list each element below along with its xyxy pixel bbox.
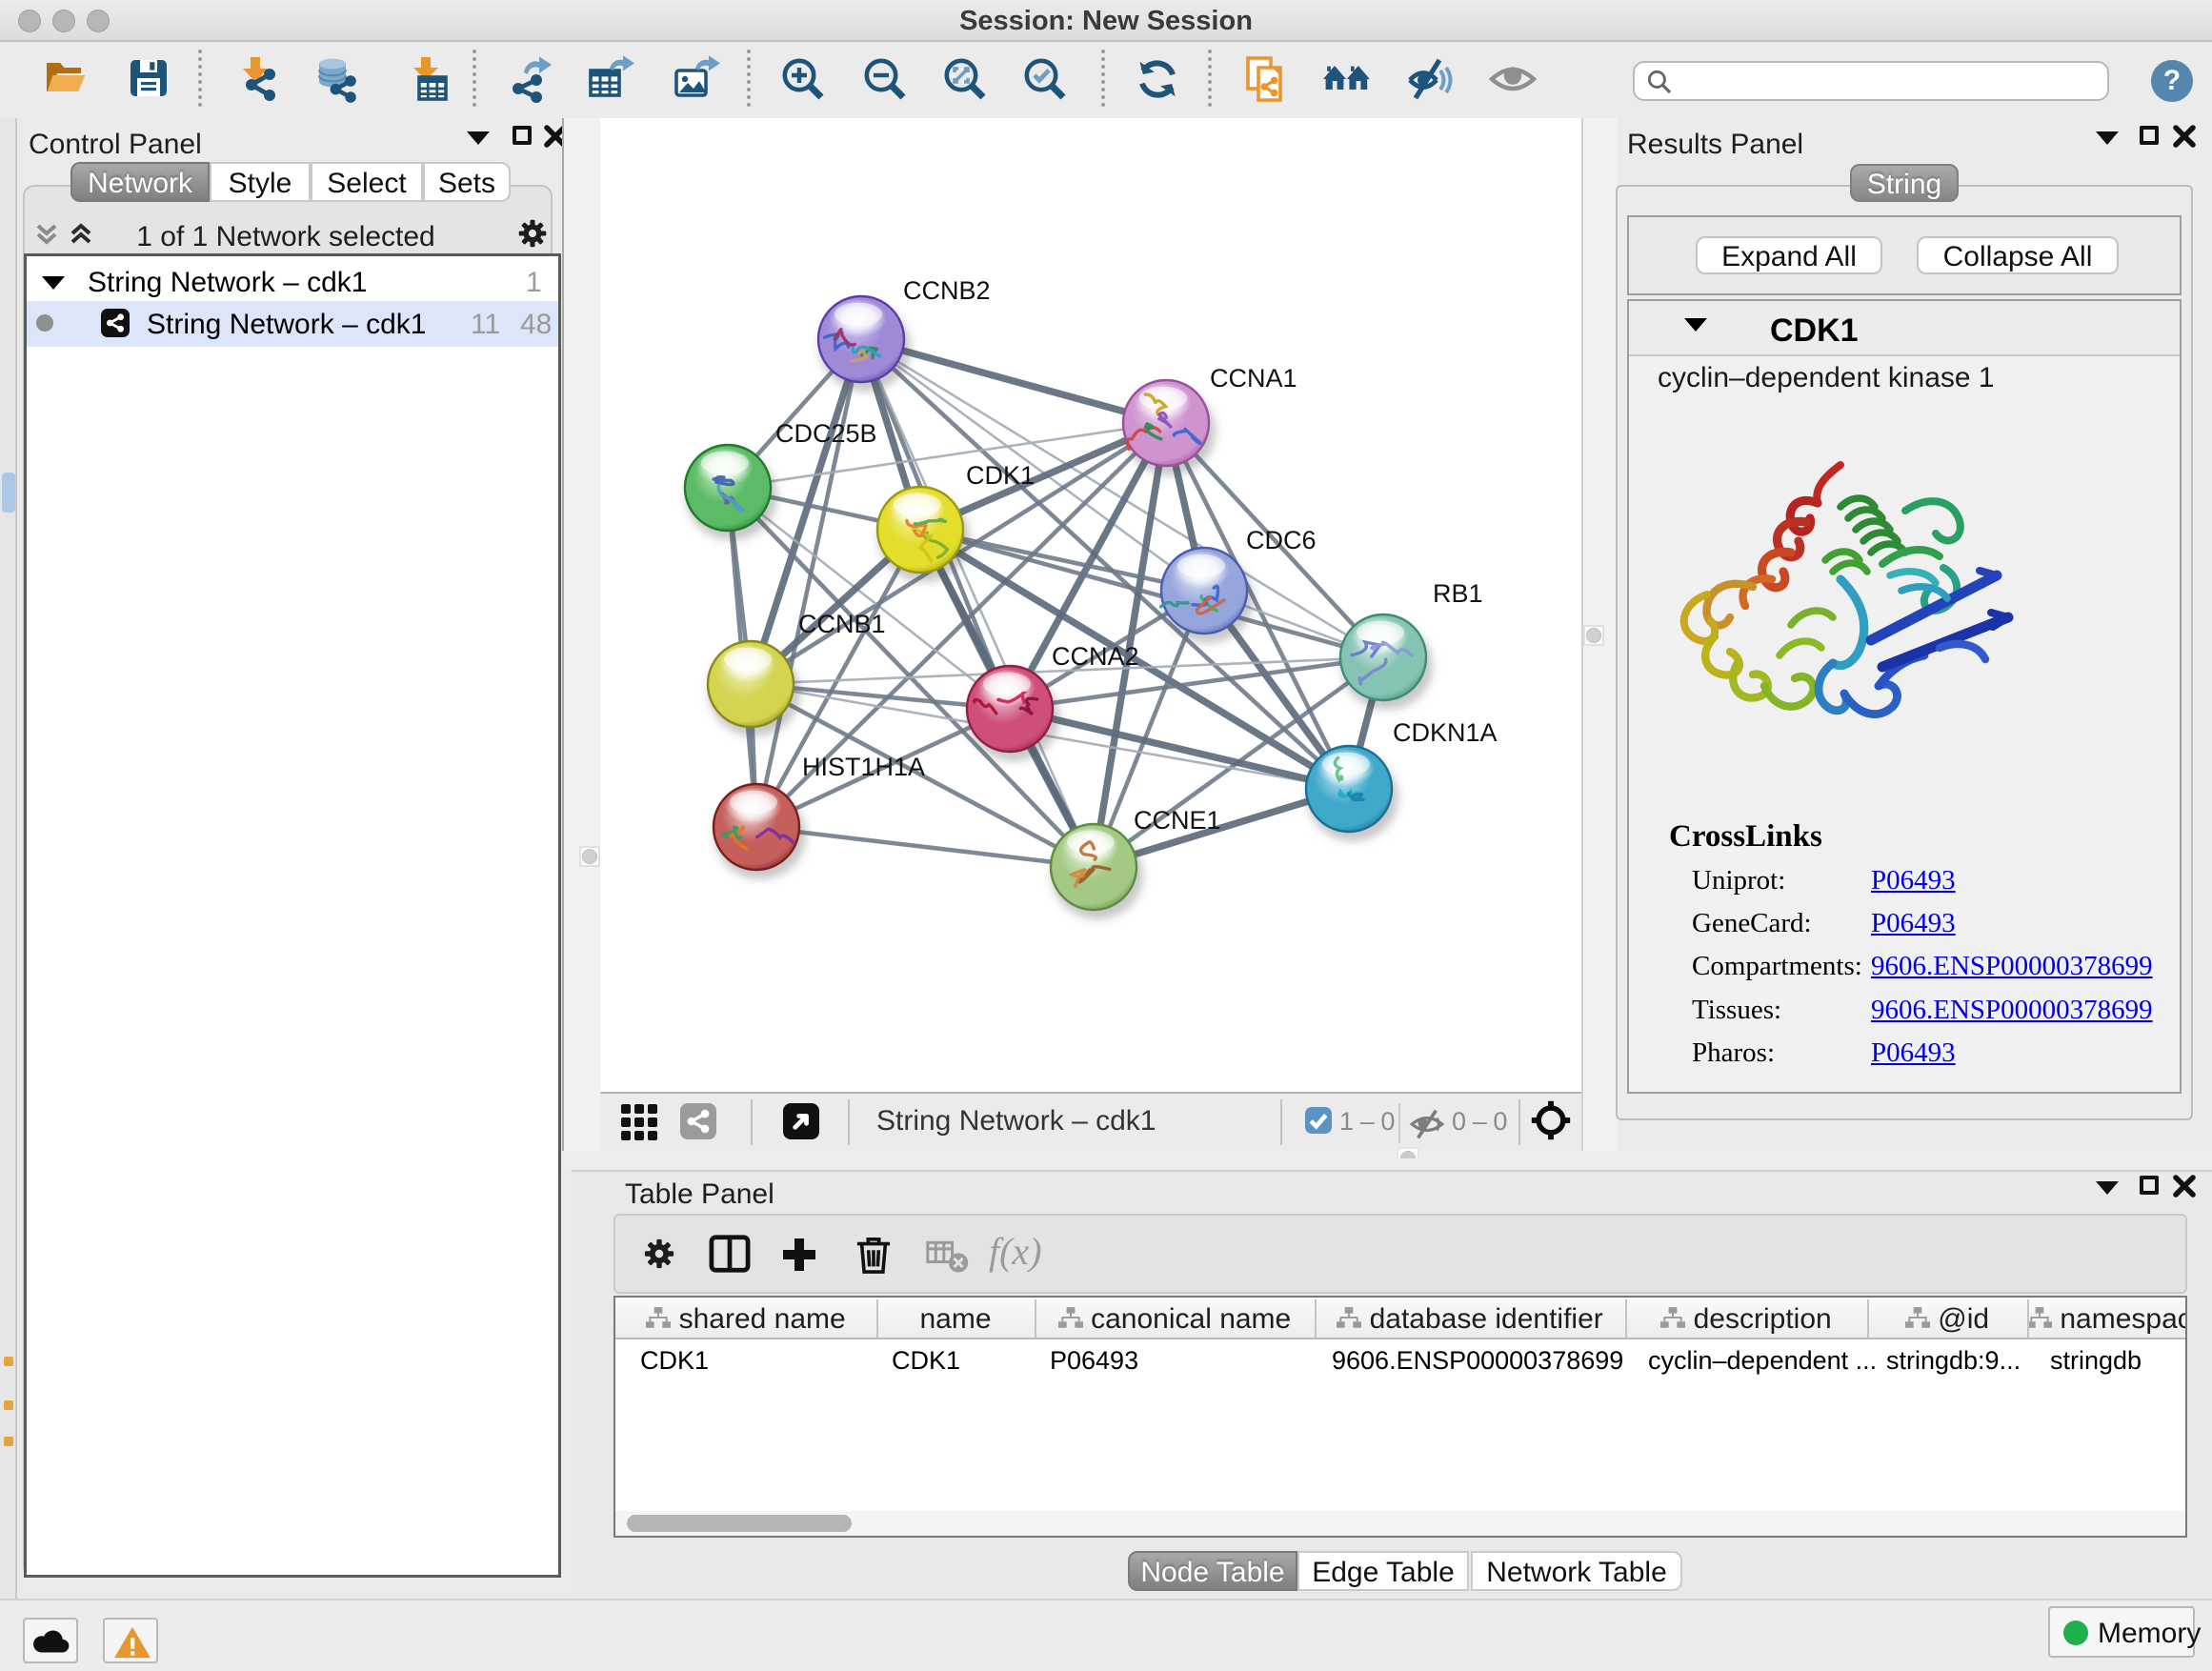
svg-text:HIST1H1A: HIST1H1A xyxy=(802,753,925,781)
svg-text:RB1: RB1 xyxy=(1433,579,1483,608)
svg-text:CDKN1A: CDKN1A xyxy=(1393,718,1498,747)
svg-text:CCNA2: CCNA2 xyxy=(1052,642,1139,671)
svg-text:CDC25B: CDC25B xyxy=(775,419,877,448)
svg-text:CCNE1: CCNE1 xyxy=(1134,806,1221,835)
svg-text:CCNB2: CCNB2 xyxy=(903,276,991,305)
svg-text:CDK1: CDK1 xyxy=(966,461,1035,490)
svg-text:CDC6: CDC6 xyxy=(1246,526,1317,554)
svg-text:CCNB1: CCNB1 xyxy=(798,610,886,638)
svg-text:CCNA1: CCNA1 xyxy=(1210,364,1297,393)
